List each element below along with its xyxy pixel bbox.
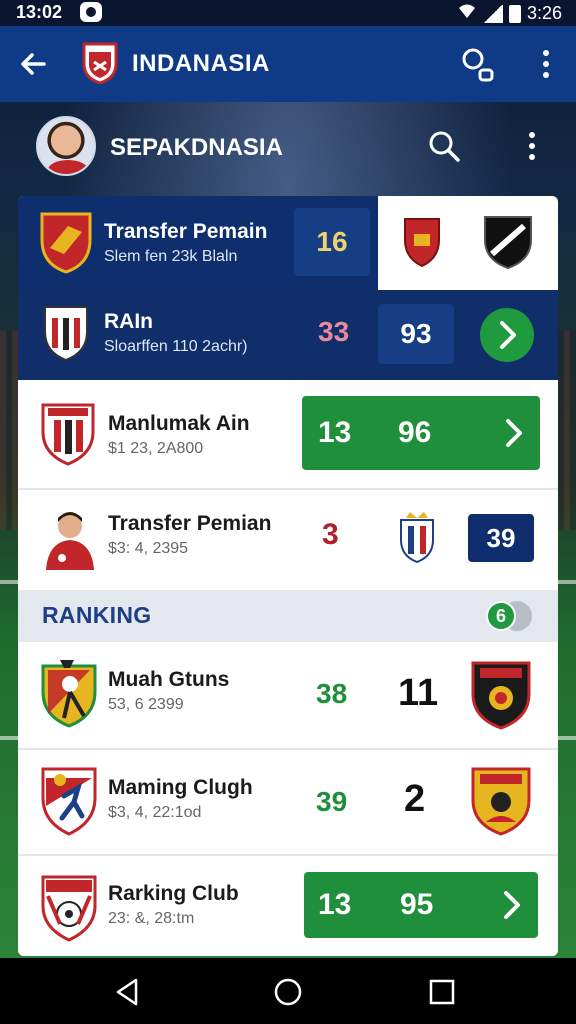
rank-value: 11 [398,672,439,714]
app-bar: INDANASIA [0,26,576,102]
row-title: Transfer Pemain [104,220,268,243]
club-crest-icon [42,304,98,368]
nav-home-icon[interactable] [272,976,304,1008]
app-title: INDANASIA [132,50,270,77]
ranking-badge: 6 [486,601,532,631]
chevron-right-icon [502,890,522,920]
row-title: Muah Gtuns [108,668,230,691]
row-title: Manlumak Ain [108,412,250,435]
stat-badge: 16 [294,208,370,276]
federation-logo [82,42,118,85]
ranking-item[interactable]: Maming Clugh $3, 4, 22:1od 39 2 [18,750,558,854]
row-title: Maming Clugh [108,776,253,799]
score-left: 13 [318,416,352,449]
status-bar: 13:02 3:26 [0,0,576,26]
row-subtitle: $3: 4, 2395 [108,540,189,557]
row-subtitle: Slem fen 23k Blaln [104,248,238,265]
back-arrow-icon[interactable] [14,44,54,84]
score-bar[interactable]: 13 96 [302,396,540,470]
stat-value: 38 [316,678,348,709]
signal-icon [482,4,503,23]
score-right: 96 [398,416,432,449]
avatar[interactable] [36,116,96,176]
row-subtitle: 53, 6 2399 [108,696,184,713]
status-time: 13:02 [16,2,63,22]
club-crest-icon [40,766,97,836]
club-crest-icon [470,766,532,841]
chevron-right-icon[interactable] [480,308,534,362]
profile-name: SEPAKDNASIA [110,134,283,161]
club-crest-icon [482,214,534,275]
notification-icon [80,2,102,22]
club-crest-icon [40,402,96,466]
wifi-icon [457,2,477,25]
more-vert-icon[interactable] [516,126,548,166]
club-crest-icon [402,216,442,273]
row-subtitle: $1 23, 2A800 [108,440,204,457]
badge-count: 6 [486,601,516,631]
stat-value: 39 [316,786,348,817]
club-crest-icon [38,210,94,274]
score-left: 13 [318,888,352,921]
club-crest-icon [398,512,436,569]
ranking-header: RANKING 6 [18,590,558,642]
stat-value: 33 [318,316,350,347]
row-subtitle: $3, 4, 22:1od [108,804,202,821]
row-title: Rarking Club [108,882,239,905]
battery-text: 3:26 [526,3,562,23]
battery-icon [508,4,521,23]
profile-header: SEPAKDNASIA [0,102,576,196]
club-crest-icon [470,660,532,735]
content-panel: Transfer Pemain Slem fen 23k Blaln 16 RA… [18,196,558,956]
chevron-right-icon [504,418,524,448]
club-crest-icon [40,874,97,942]
club-crest-icon [40,658,97,728]
more-vert-icon[interactable] [530,44,562,84]
ranking-item[interactable]: Rarking Club 23: &, 28:tm 13 95 [18,856,558,956]
player-avatar [42,504,98,570]
row-subtitle: 23: &, 28:tm [108,910,195,927]
row-subtitle: Sloarffen 110 2achr) [104,338,248,355]
score-box: 39 [468,514,534,562]
row-title: Transfer Pemian [108,512,272,535]
nav-recents-icon[interactable] [426,976,458,1008]
ranking-item[interactable]: Muah Gtuns 53, 6 2399 38 11 [18,642,558,748]
search-icon[interactable] [424,126,464,166]
rank-value: 2 [404,778,426,820]
list-item[interactable]: Transfer Pemain Slem fen 23k Blaln 16 [18,196,558,290]
list-item[interactable]: Transfer Pemian $3: 4, 2395 3 39 [18,490,558,590]
list-item[interactable]: RAIn Sloarffen 110 2achr) 33 93 [18,290,558,380]
system-nav-bar [0,958,576,1024]
stat-value: 3 [322,518,339,551]
club-logos-area [378,196,558,290]
ranking-label: RANKING [42,602,152,628]
score-bar[interactable]: 13 95 [304,872,538,938]
score-right: 95 [400,888,434,921]
nav-back-icon[interactable] [112,976,144,1008]
search-icon[interactable] [458,44,498,84]
row-title: RAIn [104,310,153,333]
list-item[interactable]: Manlumak Ain $1 23, 2A800 13 96 [18,380,558,488]
score-box: 93 [378,304,454,364]
